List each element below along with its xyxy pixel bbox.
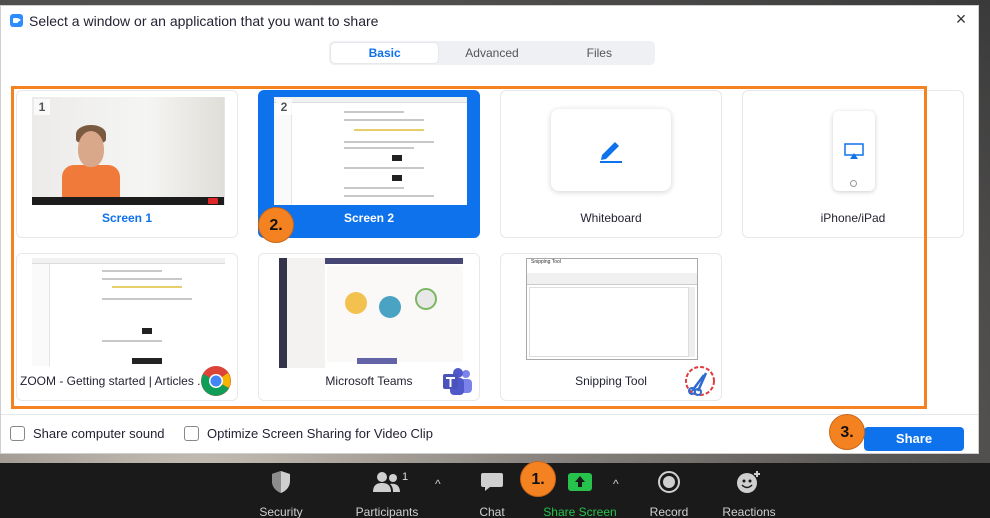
chrome-window-thumbnail	[32, 258, 225, 366]
computer-sound-label: Share computer sound	[33, 426, 165, 441]
record-button[interactable]: Record	[629, 469, 709, 518]
participants-button[interactable]: 1 Participants	[347, 469, 427, 518]
shield-icon	[272, 471, 290, 493]
record-icon	[658, 471, 680, 493]
close-button[interactable]: ×	[952, 10, 970, 28]
snipping-window-thumbnail: Snipping Tool	[526, 258, 700, 362]
share-button[interactable]: Share	[864, 427, 964, 451]
share-source-grid: 1 Screen 1 2 Screen 2 Whiteboard iPhone/…	[16, 90, 966, 401]
optimize-video-option[interactable]: Optimize Screen Sharing for Video Clip	[184, 426, 433, 441]
reactions-icon	[737, 471, 760, 493]
phone-tile	[833, 111, 875, 191]
screen-number-badge: 1	[34, 99, 50, 115]
screen-1-thumbnail: 1	[32, 97, 225, 205]
source-label: Whiteboard	[580, 211, 642, 225]
airplay-icon	[844, 143, 864, 159]
snip-window-title: Snipping Tool	[527, 259, 697, 267]
share-computer-sound-option[interactable]: Share computer sound	[10, 426, 165, 441]
tab-advanced[interactable]: Advanced	[438, 43, 545, 63]
meeting-controls-preview	[32, 197, 224, 205]
share-dialog: Select a window or an application that y…	[0, 5, 979, 454]
reactions-button[interactable]: Reactions	[709, 469, 789, 518]
source-window-teams[interactable]: Microsoft Teams	[258, 253, 480, 401]
chat-label: Chat	[479, 505, 505, 518]
source-label: iPhone/iPad	[820, 211, 886, 225]
camera-preview	[32, 97, 224, 205]
chat-icon	[481, 473, 503, 491]
dialog-title: Select a window or an application that y…	[29, 13, 379, 29]
participants-icon	[373, 472, 400, 492]
pen-icon	[600, 142, 622, 163]
zoom-app-icon	[10, 14, 23, 27]
step-2-marker: 2.	[258, 207, 294, 243]
computer-sound-checkbox[interactable]	[10, 426, 25, 441]
screen-2-thumbnail: 2	[274, 97, 467, 205]
source-window-chrome[interactable]: ZOOM - Getting started | Articles ...	[16, 253, 238, 401]
snipping-tool-icon	[685, 366, 715, 396]
tab-basic[interactable]: Basic	[331, 43, 439, 63]
participants-caret[interactable]: ^	[435, 477, 441, 491]
source-screen-1[interactable]: 1 Screen 1	[16, 90, 238, 238]
share-screen-caret[interactable]: ^	[613, 477, 619, 491]
source-whiteboard[interactable]: Whiteboard	[500, 90, 722, 238]
whiteboard-tile	[551, 109, 671, 191]
source-window-snipping-tool[interactable]: Snipping Tool Snipping Tool	[500, 253, 722, 401]
share-screen-label: Share Screen	[543, 505, 617, 518]
chrome-icon	[201, 366, 231, 396]
dialog-titlebar: Select a window or an application that y…	[1, 6, 978, 34]
step-3-marker: 3.	[829, 414, 865, 450]
meeting-toolbar: Security 1 Participants ^ Chat Share Scr…	[0, 463, 990, 518]
security-button[interactable]: Security	[241, 469, 321, 518]
optimize-video-label: Optimize Screen Sharing for Video Clip	[207, 426, 433, 441]
footer-divider	[1, 414, 978, 415]
tab-files[interactable]: Files	[546, 43, 653, 63]
security-label: Security	[259, 505, 303, 518]
step-1-marker: 1.	[520, 461, 556, 497]
share-screen-icon	[568, 473, 592, 491]
participants-count: 1	[402, 471, 409, 483]
home-button-icon	[850, 180, 857, 187]
reactions-label: Reactions	[722, 505, 776, 518]
optimize-video-checkbox[interactable]	[184, 426, 199, 441]
record-label: Record	[649, 505, 689, 518]
screen-number-badge: 2	[276, 99, 292, 115]
participants-label: Participants	[355, 505, 419, 518]
teams-icon	[443, 368, 472, 395]
source-iphone-ipad[interactable]: iPhone/iPad	[742, 90, 964, 238]
teams-window-thumbnail	[279, 258, 463, 368]
source-label: Screen 1	[101, 211, 153, 225]
share-tabs: Basic Advanced Files	[329, 41, 655, 65]
